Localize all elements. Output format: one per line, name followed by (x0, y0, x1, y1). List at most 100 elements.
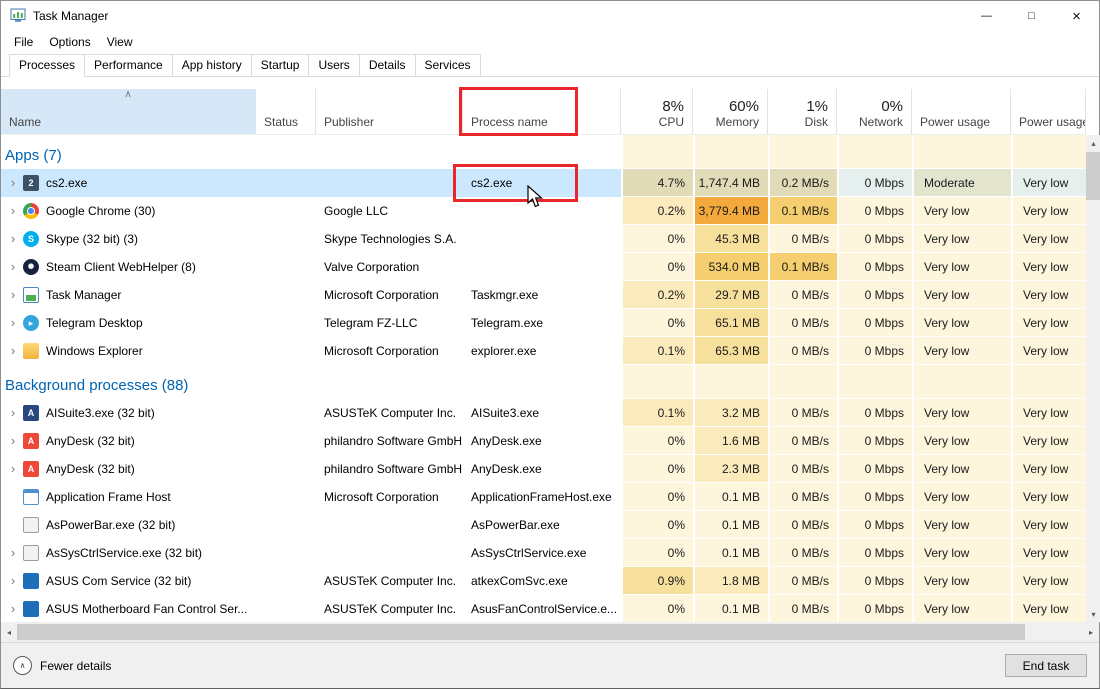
minimize-button[interactable]: — (964, 1, 1009, 31)
menu-options[interactable]: Options (41, 33, 98, 51)
process-row[interactable]: ›Windows ExplorerMicrosoft Corporationex… (1, 337, 1086, 365)
process-row[interactable]: ›2cs2.execs2.exe4.7%1,747.4 MB0.2 MB/s0 … (1, 169, 1086, 197)
publisher-cell: Skype Technologies S.A. (316, 225, 463, 253)
scroll-down-icon[interactable]: ▾ (1086, 606, 1100, 622)
horizontal-scrollbar-thumb[interactable] (17, 624, 1025, 640)
memory-total-percent: 60% (729, 98, 759, 115)
process-row[interactable]: ›ASUS Com Service (32 bit)ASUSTeK Comput… (1, 567, 1086, 595)
close-button[interactable]: × (1054, 1, 1099, 31)
column-header-status[interactable]: Status (256, 89, 316, 134)
cpu-total-percent: 8% (662, 98, 684, 115)
maximize-button[interactable]: □ (1009, 1, 1054, 31)
name-cell: ›2cs2.exe (1, 169, 256, 197)
process-name-cell: AISuite3.exe (463, 399, 621, 427)
process-row[interactable]: › ASUS Motherboard Fan Control Ser...ASUS… (1, 595, 1086, 622)
cpu-cell: 0.9% (621, 567, 693, 595)
column-header-power-usage[interactable]: Power usage (912, 89, 1011, 134)
vertical-scrollbar[interactable]: ▴ ▾ (1086, 135, 1100, 622)
expand-chevron-icon[interactable]: › (5, 545, 21, 561)
vertical-scrollbar-thumb[interactable] (1086, 152, 1100, 200)
process-row[interactable]: ›AAnyDesk (32 bit) philandro Software Gmb… (1, 455, 1086, 483)
fewer-details-label: Fewer details (40, 659, 111, 673)
horizontal-scrollbar[interactable]: ◂ ▸ (1, 622, 1099, 642)
process-name-cell: AnyDesk.exe (463, 427, 621, 455)
section-label: Apps (7) (5, 147, 62, 164)
status-cell (256, 281, 316, 309)
scroll-up-icon[interactable]: ▴ (1086, 135, 1100, 151)
process-row[interactable]: ›▸Telegram DesktopTelegram FZ-LLCTelegra… (1, 309, 1086, 337)
power-usage-cell: Very low (912, 595, 1011, 622)
process-display-name: ASUS Motherboard Fan Control Ser... (46, 602, 247, 616)
status-cell (256, 337, 316, 365)
end-task-button[interactable]: End task (1005, 654, 1087, 677)
expand-chevron-icon[interactable]: › (5, 601, 21, 617)
tab-processes[interactable]: Processes (9, 54, 85, 77)
power-trend-cell: Very low (1011, 595, 1086, 622)
status-cell (256, 483, 316, 511)
column-header-network[interactable]: 0% Network (837, 89, 912, 134)
column-header-cpu[interactable]: 8% CPU (621, 89, 693, 134)
sort-ascending-icon: ∧ (124, 89, 131, 100)
tab-startup[interactable]: Startup (251, 54, 310, 77)
name-cell: ›AAnyDesk (32 bit) (1, 455, 256, 483)
expand-chevron-icon[interactable]: › (5, 175, 21, 191)
scroll-left-icon[interactable]: ◂ (1, 622, 17, 642)
name-cell: › ASUS Motherboard Fan Control Ser... (1, 595, 256, 622)
section-label: Background processes (88) (5, 377, 188, 394)
column-header-memory[interactable]: 60% Memory (693, 89, 768, 134)
process-name-cell: explorer.exe (463, 337, 621, 365)
process-row[interactable]: AsPowerBar.exe (32 bit)AsPowerBar.exe0%0… (1, 511, 1086, 539)
anydesk-icon: A (23, 433, 39, 449)
process-row[interactable]: ›AsSysCtrlService.exe (32 bit)AsSysCtrlS… (1, 539, 1086, 567)
expand-chevron-icon[interactable]: › (5, 259, 21, 275)
column-header-name[interactable]: ∧ Name (1, 89, 256, 134)
tab-performance[interactable]: Performance (84, 54, 173, 77)
process-row[interactable]: ›AAISuite3.exe (32 bit)ASUSTeK Computer … (1, 399, 1086, 427)
disk-cell: 0 MB/s (768, 539, 837, 567)
column-header-row: ∧ Name Status Publisher Process name 8% … (1, 89, 1086, 135)
expand-chevron-icon[interactable]: › (5, 287, 21, 303)
column-header-disk[interactable]: 1% Disk (768, 89, 837, 134)
publisher-cell: philandro Software GmbH (316, 455, 463, 483)
memory-cell: 0.1 MB (693, 595, 768, 622)
menu-file[interactable]: File (6, 33, 41, 51)
tab-services[interactable]: Services (415, 54, 481, 77)
aisuite3-icon: A (23, 405, 39, 421)
process-row[interactable]: ›Steam Client WebHelper (8)Valve Corpora… (1, 253, 1086, 281)
tab-users[interactable]: Users (308, 54, 359, 77)
section-row: Apps (7) (1, 135, 1086, 169)
network-cell: 0 Mbps (837, 169, 912, 197)
process-row[interactable]: Application Frame HostMicrosoft Corporat… (1, 483, 1086, 511)
process-name-cell: AsSysCtrlService.exe (463, 539, 621, 567)
expand-chevron-icon[interactable]: › (5, 315, 21, 331)
process-row[interactable]: ›AAnyDesk (32 bit) philandro Software Gmb… (1, 427, 1086, 455)
scroll-right-icon[interactable]: ▸ (1083, 622, 1099, 642)
expand-chevron-icon[interactable]: › (5, 231, 21, 247)
column-header-power-usage-trend[interactable]: Power usage t... (1011, 89, 1086, 134)
google-chrome-icon (23, 203, 39, 219)
process-row[interactable]: ›Task ManagerMicrosoft CorporationTaskmg… (1, 281, 1086, 309)
publisher-cell: philandro Software GmbH (316, 427, 463, 455)
windows-explorer-icon (23, 343, 39, 359)
expand-chevron-icon[interactable]: › (5, 461, 21, 477)
network-cell (837, 365, 912, 399)
menu-view[interactable]: View (99, 33, 141, 51)
publisher-cell: ASUSTeK Computer Inc. (316, 567, 463, 595)
name-cell: ›AAnyDesk (32 bit) (1, 427, 256, 455)
expand-chevron-icon[interactable]: › (5, 573, 21, 589)
process-row[interactable]: ›Google Chrome (30)Google LLC0.2%3,779.4… (1, 197, 1086, 225)
column-header-process-name[interactable]: Process name (463, 89, 621, 134)
fewer-details-toggle[interactable]: ∧ Fewer details (13, 656, 111, 675)
publisher-column-label: Publisher (324, 115, 374, 129)
process-row[interactable]: ›SSkype (32 bit) (3)Skype Technologies S… (1, 225, 1086, 253)
expand-chevron-icon[interactable]: › (5, 433, 21, 449)
expand-chevron-icon[interactable]: › (5, 343, 21, 359)
expand-chevron-icon[interactable]: › (5, 203, 21, 219)
column-header-publisher[interactable]: Publisher (316, 89, 463, 134)
process-name-column-label: Process name (471, 115, 548, 129)
cpu-cell: 0% (621, 483, 693, 511)
expand-chevron-icon[interactable]: › (5, 405, 21, 421)
tab-details[interactable]: Details (359, 54, 416, 77)
tab-app-history[interactable]: App history (172, 54, 252, 77)
power-usage-cell (912, 135, 1011, 169)
